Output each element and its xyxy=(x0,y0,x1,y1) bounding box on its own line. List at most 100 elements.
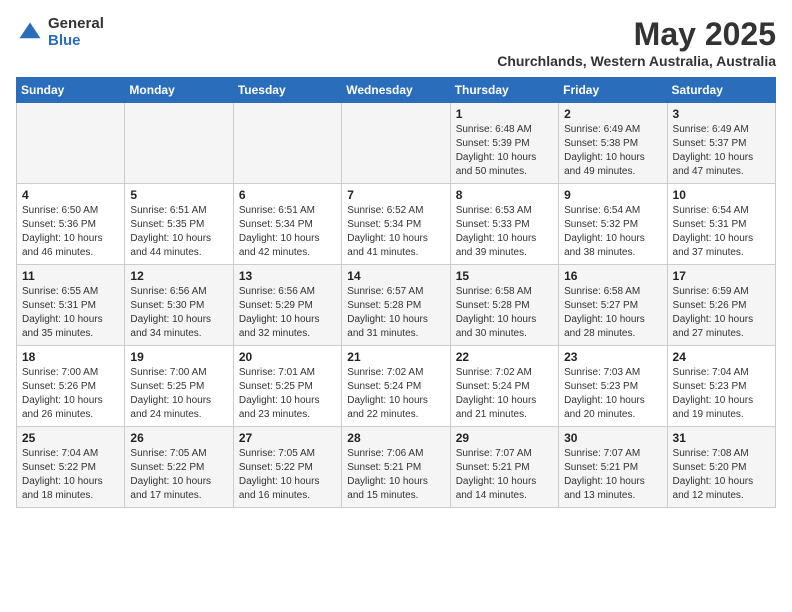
day-number: 15 xyxy=(456,269,553,283)
calendar-cell: 24 Sunrise: 7:04 AM Sunset: 5:23 PM Dayli… xyxy=(667,346,775,427)
calendar-cell: 8Sunrise: 6:53 AM Sunset: 5:33 PM Daylig… xyxy=(450,184,558,265)
calendar-cell: 30 Sunrise: 7:07 AM Sunset: 5:21 PM Dayli… xyxy=(559,427,667,508)
calendar-cell: 25Sunrise: 7:04 AM Sunset: 5:22 PM Dayli… xyxy=(17,427,125,508)
day-number: 18 xyxy=(22,350,119,364)
day-info: Sunrise: 7:04 AM Sunset: 5:23 PM Dayligh… xyxy=(673,366,770,422)
day-info: Sunrise: 6:50 AM Sunset: 5:36 PM Dayligh… xyxy=(22,204,119,260)
logo-icon xyxy=(16,19,44,47)
calendar-week-row: 4 Sunrise: 6:50 AM Sunset: 5:36 PM Daylig… xyxy=(17,184,776,265)
calendar-cell: 10Sunrise: 6:54 AM Sunset: 5:31 PM Dayli… xyxy=(667,184,775,265)
day-number: 24 xyxy=(673,350,770,364)
day-number: 1 xyxy=(456,107,553,121)
main-title: May 2025 xyxy=(497,16,776,53)
day-info: Sunrise: 6:59 AM Sunset: 5:26 PM Dayligh… xyxy=(673,285,770,341)
day-info: Sunrise: 7:02 AM Sunset: 5:24 PM Dayligh… xyxy=(456,366,553,422)
day-number: 17 xyxy=(673,269,770,283)
calendar-cell: 17 Sunrise: 6:59 AM Sunset: 5:26 PM Dayli… xyxy=(667,265,775,346)
day-info: Sunrise: 6:54 AM Sunset: 5:31 PM Dayligh… xyxy=(673,204,770,260)
day-info: Sunrise: 7:06 AM Sunset: 5:21 PM Dayligh… xyxy=(347,447,444,503)
day-number: 8 xyxy=(456,188,553,202)
day-number: 28 xyxy=(347,431,444,445)
day-number: 9 xyxy=(564,188,661,202)
calendar-cell: 1 Sunrise: 6:48 AM Sunset: 5:39 PM Daylig… xyxy=(450,103,558,184)
day-number: 23 xyxy=(564,350,661,364)
day-info: Sunrise: 7:03 AM Sunset: 5:23 PM Dayligh… xyxy=(564,366,661,422)
day-number: 4 xyxy=(22,188,119,202)
calendar-cell xyxy=(233,103,341,184)
calendar-cell: 15Sunrise: 6:58 AM Sunset: 5:28 PM Dayli… xyxy=(450,265,558,346)
day-number: 16 xyxy=(564,269,661,283)
day-info: Sunrise: 6:58 AM Sunset: 5:27 PM Dayligh… xyxy=(564,285,661,341)
calendar-cell: 5 Sunrise: 6:51 AM Sunset: 5:35 PM Daylig… xyxy=(125,184,233,265)
day-info: Sunrise: 7:08 AM Sunset: 5:20 PM Dayligh… xyxy=(673,447,770,503)
calendar-cell xyxy=(125,103,233,184)
day-info: Sunrise: 6:54 AM Sunset: 5:32 PM Dayligh… xyxy=(564,204,661,260)
day-info: Sunrise: 7:07 AM Sunset: 5:21 PM Dayligh… xyxy=(564,447,661,503)
day-info: Sunrise: 6:52 AM Sunset: 5:34 PM Dayligh… xyxy=(347,204,444,260)
day-number: 26 xyxy=(130,431,227,445)
weekday-header-cell: Saturday xyxy=(667,78,775,103)
calendar-cell: 29Sunrise: 7:07 AM Sunset: 5:21 PM Dayli… xyxy=(450,427,558,508)
calendar-cell: 6 Sunrise: 6:51 AM Sunset: 5:34 PM Daylig… xyxy=(233,184,341,265)
weekday-header-cell: Wednesday xyxy=(342,78,450,103)
day-info: Sunrise: 6:51 AM Sunset: 5:34 PM Dayligh… xyxy=(239,204,336,260)
logo-general: General xyxy=(48,16,104,33)
day-number: 30 xyxy=(564,431,661,445)
day-number: 5 xyxy=(130,188,227,202)
page-header: General Blue May 2025 Churchlands, Weste… xyxy=(16,16,776,69)
day-number: 7 xyxy=(347,188,444,202)
calendar-cell: 23 Sunrise: 7:03 AM Sunset: 5:23 PM Dayli… xyxy=(559,346,667,427)
weekday-header-cell: Friday xyxy=(559,78,667,103)
calendar-body: 1 Sunrise: 6:48 AM Sunset: 5:39 PM Daylig… xyxy=(17,103,776,508)
weekday-header-row: SundayMondayTuesdayWednesdayThursdayFrid… xyxy=(17,78,776,103)
calendar-week-row: 1 Sunrise: 6:48 AM Sunset: 5:39 PM Daylig… xyxy=(17,103,776,184)
day-info: Sunrise: 6:48 AM Sunset: 5:39 PM Dayligh… xyxy=(456,123,553,179)
day-number: 11 xyxy=(22,269,119,283)
calendar-cell: 4 Sunrise: 6:50 AM Sunset: 5:36 PM Daylig… xyxy=(17,184,125,265)
weekday-header-cell: Thursday xyxy=(450,78,558,103)
calendar-cell: 27 Sunrise: 7:05 AM Sunset: 5:22 PM Dayli… xyxy=(233,427,341,508)
calendar-cell: 16 Sunrise: 6:58 AM Sunset: 5:27 PM Dayli… xyxy=(559,265,667,346)
day-info: Sunrise: 6:51 AM Sunset: 5:35 PM Dayligh… xyxy=(130,204,227,260)
day-number: 6 xyxy=(239,188,336,202)
day-number: 12 xyxy=(130,269,227,283)
calendar-cell: 2 Sunrise: 6:49 AM Sunset: 5:38 PM Daylig… xyxy=(559,103,667,184)
day-info: Sunrise: 7:05 AM Sunset: 5:22 PM Dayligh… xyxy=(239,447,336,503)
day-info: Sunrise: 7:04 AM Sunset: 5:22 PM Dayligh… xyxy=(22,447,119,503)
day-info: Sunrise: 6:49 AM Sunset: 5:38 PM Dayligh… xyxy=(564,123,661,179)
calendar-week-row: 25Sunrise: 7:04 AM Sunset: 5:22 PM Dayli… xyxy=(17,427,776,508)
calendar-cell: 11 Sunrise: 6:55 AM Sunset: 5:31 PM Dayli… xyxy=(17,265,125,346)
day-info: Sunrise: 6:57 AM Sunset: 5:28 PM Dayligh… xyxy=(347,285,444,341)
day-info: Sunrise: 6:49 AM Sunset: 5:37 PM Dayligh… xyxy=(673,123,770,179)
day-number: 27 xyxy=(239,431,336,445)
calendar-week-row: 11 Sunrise: 6:55 AM Sunset: 5:31 PM Dayli… xyxy=(17,265,776,346)
calendar-cell: 26 Sunrise: 7:05 AM Sunset: 5:22 PM Dayli… xyxy=(125,427,233,508)
day-info: Sunrise: 7:05 AM Sunset: 5:22 PM Dayligh… xyxy=(130,447,227,503)
day-number: 14 xyxy=(347,269,444,283)
calendar-cell: 22 Sunrise: 7:02 AM Sunset: 5:24 PM Dayli… xyxy=(450,346,558,427)
calendar-cell: 9 Sunrise: 6:54 AM Sunset: 5:32 PM Daylig… xyxy=(559,184,667,265)
weekday-header-cell: Monday xyxy=(125,78,233,103)
day-info: Sunrise: 6:56 AM Sunset: 5:30 PM Dayligh… xyxy=(130,285,227,341)
day-number: 29 xyxy=(456,431,553,445)
calendar-cell: 14 Sunrise: 6:57 AM Sunset: 5:28 PM Dayli… xyxy=(342,265,450,346)
day-info: Sunrise: 7:01 AM Sunset: 5:25 PM Dayligh… xyxy=(239,366,336,422)
title-block: May 2025 Churchlands, Western Australia,… xyxy=(497,16,776,69)
weekday-header-cell: Tuesday xyxy=(233,78,341,103)
day-info: Sunrise: 6:55 AM Sunset: 5:31 PM Dayligh… xyxy=(22,285,119,341)
day-number: 13 xyxy=(239,269,336,283)
day-number: 20 xyxy=(239,350,336,364)
day-number: 22 xyxy=(456,350,553,364)
logo-blue: Blue xyxy=(48,33,104,50)
subtitle: Churchlands, Western Australia, Australi… xyxy=(497,53,776,69)
day-number: 2 xyxy=(564,107,661,121)
calendar-week-row: 18 Sunrise: 7:00 AM Sunset: 5:26 PM Dayli… xyxy=(17,346,776,427)
day-info: Sunrise: 7:02 AM Sunset: 5:24 PM Dayligh… xyxy=(347,366,444,422)
calendar-cell: 18 Sunrise: 7:00 AM Sunset: 5:26 PM Dayli… xyxy=(17,346,125,427)
day-number: 21 xyxy=(347,350,444,364)
day-number: 19 xyxy=(130,350,227,364)
day-info: Sunrise: 7:00 AM Sunset: 5:25 PM Dayligh… xyxy=(130,366,227,422)
day-info: Sunrise: 6:56 AM Sunset: 5:29 PM Dayligh… xyxy=(239,285,336,341)
calendar-cell: 13 Sunrise: 6:56 AM Sunset: 5:29 PM Dayli… xyxy=(233,265,341,346)
day-info: Sunrise: 7:00 AM Sunset: 5:26 PM Dayligh… xyxy=(22,366,119,422)
